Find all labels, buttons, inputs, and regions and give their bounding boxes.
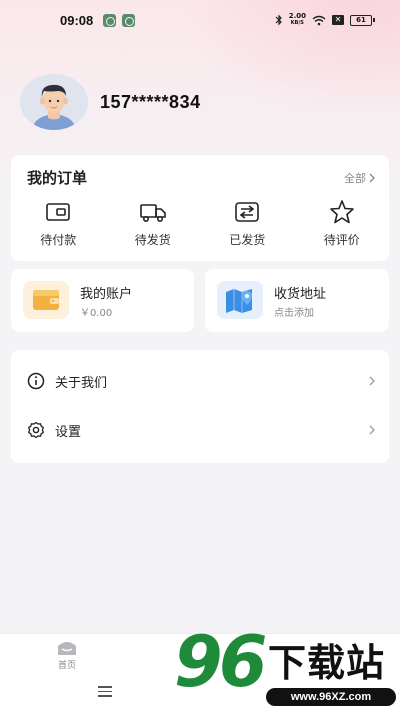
map-icon <box>226 289 252 313</box>
wallet-icon <box>46 203 71 221</box>
network-speed-value: 2.00 <box>288 12 306 20</box>
user-profile[interactable]: 157*****834 <box>20 74 201 130</box>
network-speed-unit: KB/S <box>290 20 304 26</box>
avatar[interactable] <box>20 74 88 130</box>
settings-menu-card: 关于我们 设置 <box>11 350 389 463</box>
order-item-label: 已发货 <box>229 233 266 247</box>
view-all-orders-link[interactable]: 全部 <box>344 170 375 186</box>
chevron-right-icon <box>369 425 375 435</box>
nav-home-tab[interactable]: 首页 <box>50 638 84 671</box>
watermark-number: 96 <box>174 621 267 703</box>
shipping-address-card[interactable]: 收货地址 点击添加 <box>205 269 389 332</box>
nav-home-label: 首页 <box>57 661 76 671</box>
menu-item-label: 关于我们 <box>55 375 108 391</box>
account-title: 我的账户 <box>80 287 133 302</box>
order-pending-payment[interactable]: 待付款 <box>11 199 106 248</box>
order-shipped[interactable]: 已发货 <box>200 199 295 248</box>
user-phone-number: 157*****834 <box>100 91 201 112</box>
network-speed: 2.00 KB/S <box>289 13 306 27</box>
orders-header: 我的订单 全部 <box>27 167 375 188</box>
watermark-url: www.96XZ.com <box>266 688 396 706</box>
truck-icon <box>139 204 166 222</box>
orders-title: 我的订单 <box>27 169 88 187</box>
chevron-right-icon <box>369 173 375 182</box>
order-pending-review[interactable]: 待评价 <box>295 199 390 248</box>
home-icon <box>58 642 76 655</box>
battery-icon: 61 <box>350 14 375 26</box>
menu-item-about-us[interactable]: 关于我们 <box>11 357 389 405</box>
address-subtitle: 点击添加 <box>274 308 314 319</box>
star-icon <box>329 200 354 224</box>
status-indicators: 2.00 KB/S ✕ 61 <box>275 13 375 27</box>
order-status-row: 待付款 待发货 已发货 待评价 <box>11 199 389 248</box>
menu-item-settings[interactable]: 设置 <box>11 406 389 454</box>
wallet-tile-icon <box>23 281 69 319</box>
view-all-label: 全部 <box>344 171 366 185</box>
order-item-label: 待评价 <box>323 233 360 247</box>
close-status-icon: ✕ <box>332 15 344 25</box>
notification-app-icon <box>103 13 117 27</box>
menu-item-label: 设置 <box>55 424 82 440</box>
order-item-label: 待发货 <box>134 233 171 247</box>
my-orders-card: 我的订单 全部 待付款 待发货 已发货 待评价 <box>11 155 389 261</box>
status-notification-icons <box>103 13 136 27</box>
user-avatar-icon <box>20 74 88 130</box>
wallet-icon <box>33 290 59 310</box>
order-pending-shipment[interactable]: 待发货 <box>106 199 201 248</box>
my-account-card[interactable]: 我的账户 ￥0.00 <box>11 269 194 332</box>
menu-lines-icon[interactable] <box>98 686 112 700</box>
notification-app-icon <box>122 13 136 27</box>
status-time: 09:08 <box>60 12 94 28</box>
watermark-logo: 96 下载站 www.96XZ.com <box>172 622 400 711</box>
account-balance: ￥0.00 <box>80 308 113 319</box>
info-icon <box>27 372 45 390</box>
wifi-icon <box>312 15 326 25</box>
map-tile-icon <box>217 281 263 319</box>
chevron-right-icon <box>369 376 375 386</box>
gear-icon <box>28 421 44 439</box>
address-title: 收货地址 <box>274 287 327 302</box>
watermark-text: 下载站 <box>268 641 386 685</box>
status-bar: 09:08 2.00 KB/S ✕ 61 <box>0 0 400 40</box>
shipped-icon <box>235 202 260 222</box>
bluetooth-icon <box>275 14 282 26</box>
order-item-label: 待付款 <box>40 233 77 247</box>
